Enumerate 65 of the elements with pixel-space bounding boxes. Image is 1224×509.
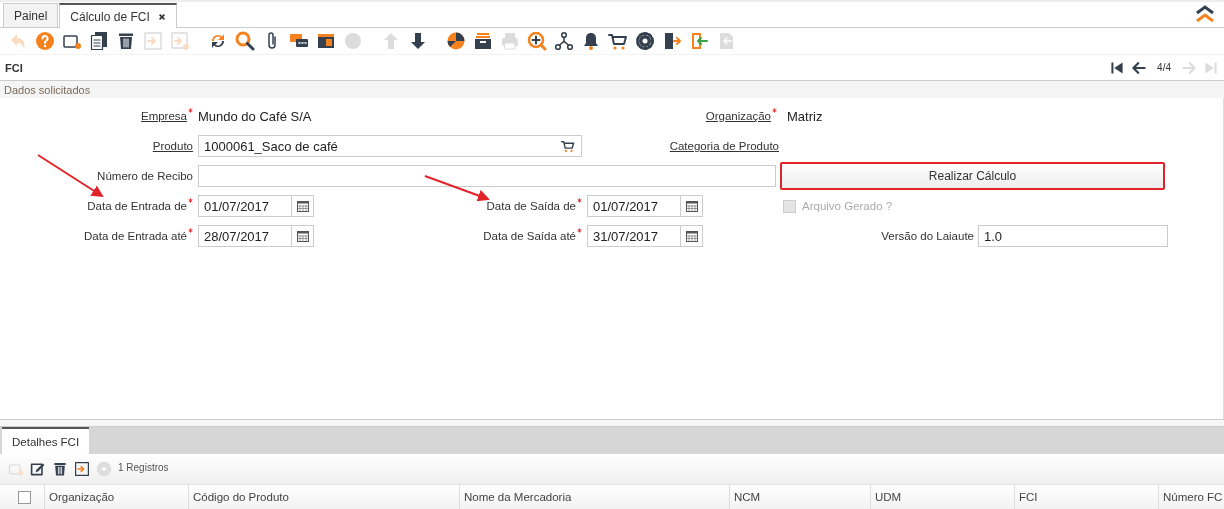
settings-icon[interactable] xyxy=(635,31,655,51)
field-label: Data de Saída de xyxy=(486,200,576,212)
tab[interactable]: Painel xyxy=(3,3,59,27)
lookup-field[interactable]: 1000061_Saco de café xyxy=(198,135,582,157)
back-arrow-icon[interactable] xyxy=(1131,59,1148,76)
field-label: Número de Recibo xyxy=(97,170,193,182)
checkbox[interactable] xyxy=(17,490,31,504)
archive-icon[interactable] xyxy=(473,31,493,51)
column-header[interactable]: FCI xyxy=(1014,485,1158,509)
trash-icon[interactable] xyxy=(52,461,68,477)
date-field[interactable]: 31/07/2017 xyxy=(587,225,703,247)
section-title: Dados solicitados xyxy=(4,83,91,96)
column-header[interactable]: Código do Produto xyxy=(188,485,459,509)
field-label[interactable]: Categoria de Produto xyxy=(669,140,779,152)
field-label[interactable]: Organização xyxy=(705,110,771,122)
close-icon[interactable] xyxy=(157,12,166,21)
record-count: 1 Registros xyxy=(118,461,169,473)
field-label[interactable]: Produto xyxy=(152,140,193,152)
bell-icon[interactable] xyxy=(581,31,601,51)
workflow-icon[interactable] xyxy=(554,31,574,51)
window-title: FCI xyxy=(5,61,23,74)
annotation-arrow xyxy=(424,175,490,202)
column-header[interactable]: UDM xyxy=(870,485,1014,509)
documents-icon[interactable] xyxy=(89,31,109,51)
field-label: Data de Entrada de xyxy=(87,200,187,212)
tab[interactable]: Cálculo de FCI xyxy=(59,3,177,28)
window-icon[interactable] xyxy=(316,31,336,51)
column-header[interactable]: Nome da Mercadoria xyxy=(459,485,729,509)
exit-icon[interactable] xyxy=(662,31,682,51)
calculate-button[interactable]: Realizar Cálculo xyxy=(780,162,1165,190)
date-field[interactable]: 01/07/2017 xyxy=(587,195,703,217)
date-field[interactable]: 28/07/2017 xyxy=(198,225,314,247)
cart-icon[interactable] xyxy=(561,139,575,153)
pie-chart-icon[interactable] xyxy=(446,31,466,51)
column-header[interactable]: Número FC xyxy=(1158,485,1224,509)
search-icon[interactable] xyxy=(235,31,255,51)
text-field[interactable] xyxy=(198,165,776,187)
help-icon[interactable] xyxy=(35,31,55,51)
calendar-icon[interactable] xyxy=(296,200,309,212)
field-label: Data de Entrada até xyxy=(84,230,187,242)
zoom-in-icon[interactable] xyxy=(527,31,547,51)
checkbox-label: Arquivo Gerado ? xyxy=(802,200,893,212)
field-value: Mundo do Café S/A xyxy=(198,108,313,124)
tab[interactable]: Detalhes FCI xyxy=(2,427,90,454)
cart-icon[interactable] xyxy=(608,31,628,51)
edit-icon[interactable] xyxy=(30,461,46,477)
calendar-icon[interactable] xyxy=(296,230,309,242)
import-icon[interactable] xyxy=(689,31,709,51)
calendar-icon[interactable] xyxy=(685,230,698,242)
field-label[interactable]: Empresa xyxy=(140,110,187,122)
date-field[interactable]: 01/07/2017 xyxy=(198,195,314,217)
record-counter: 4/4 xyxy=(1157,62,1171,73)
first-icon[interactable] xyxy=(1109,59,1126,76)
trash-icon[interactable] xyxy=(116,31,136,51)
collapse-icon[interactable] xyxy=(1194,5,1216,23)
tab-label: Cálculo de FCI xyxy=(70,9,150,24)
column-header[interactable]: NCM xyxy=(729,485,870,509)
field-value: Matriz xyxy=(786,108,824,124)
field-label: Versão do Laiaute xyxy=(881,230,974,242)
column-header[interactable]: Organização xyxy=(44,485,188,509)
tab-label: Painel xyxy=(14,8,48,23)
export-icon[interactable] xyxy=(74,461,90,477)
field-label: Data de Saída até xyxy=(483,230,576,242)
calendar-icon[interactable] xyxy=(685,200,698,212)
text-field[interactable]: 1.0 xyxy=(978,225,1168,247)
